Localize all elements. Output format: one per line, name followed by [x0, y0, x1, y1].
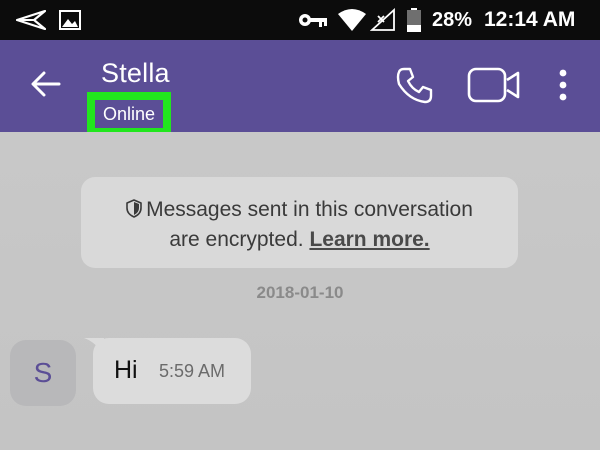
phone-icon: [395, 66, 433, 109]
message-bubble[interactable]: Hi 5:59 AM: [93, 338, 251, 404]
back-button[interactable]: [22, 64, 70, 108]
conversation-area[interactable]: Messages sent in this conversation are e…: [0, 132, 600, 450]
avatar[interactable]: S: [10, 340, 76, 406]
vpn-key-icon: [298, 0, 328, 40]
image-icon: [59, 0, 81, 40]
battery-percent: 28%: [432, 9, 473, 31]
message-time: 5:59 AM: [159, 361, 226, 381]
encryption-notice-text-2: are encrypted.: [169, 228, 304, 251]
back-arrow-icon: [31, 71, 61, 102]
battery-icon: [406, 0, 422, 40]
encryption-notice-text: Messages sent in this conversation: [146, 198, 473, 221]
voice-call-button[interactable]: [390, 62, 438, 112]
signal-icon: [370, 0, 396, 40]
video-call-button[interactable]: [466, 62, 522, 112]
more-vert-icon: [558, 69, 568, 106]
learn-more-link[interactable]: Learn more.: [309, 228, 429, 251]
more-options-button[interactable]: [548, 62, 578, 112]
chat-header: Stella Online: [0, 40, 600, 136]
video-camera-icon: [467, 67, 521, 108]
encryption-notice-line1: Messages sent in this conversation: [81, 196, 518, 226]
contact-name[interactable]: Stella: [101, 56, 170, 90]
shield-icon: [126, 198, 142, 226]
message-text: Hi: [114, 356, 138, 384]
status-time: 12:14 AM: [484, 8, 576, 31]
send-icon: [16, 0, 46, 40]
wifi-icon: [337, 0, 367, 40]
presence-status: Online: [95, 100, 163, 128]
status-bar: 28% 12:14 AM: [0, 0, 600, 40]
encryption-notice: Messages sent in this conversation are e…: [81, 177, 518, 268]
encryption-notice-line2: are encrypted. Learn more.: [81, 226, 518, 254]
date-separator: 2018-01-10: [256, 283, 344, 302]
